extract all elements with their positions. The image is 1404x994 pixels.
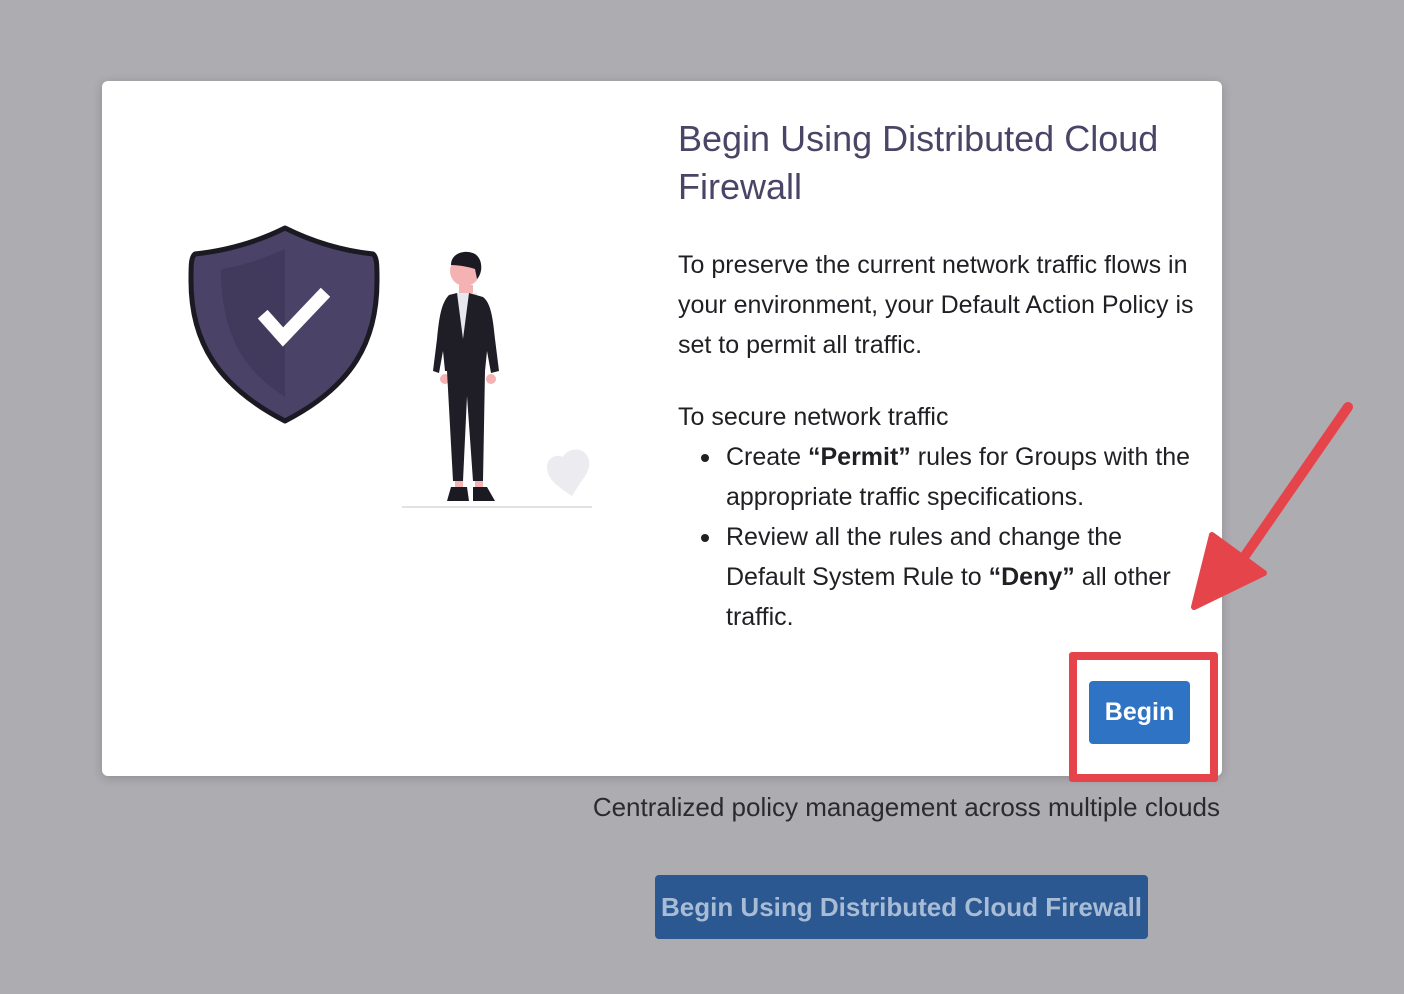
dialog-title: Begin Using Distributed Cloud Firewall (678, 118, 1159, 207)
dialog-illustration (188, 225, 592, 508)
list-item: Review all the rules and change the Defa… (701, 517, 1198, 637)
secure-traffic-heading: To secure network traffic (678, 403, 949, 431)
list-item: Create “Permit” rules for Groups with th… (701, 437, 1198, 517)
dialog-intro-paragraph: To preserve the current network traffic … (678, 251, 1194, 359)
shield-check-icon (188, 225, 380, 424)
begin-dialog: Begin Using Distributed Cloud Firewall T… (102, 81, 1222, 776)
heart-icon (547, 449, 590, 496)
deny-emphasis: “Deny” (988, 563, 1075, 591)
standing-person (433, 251, 499, 501)
bullet-dot (701, 534, 709, 542)
list-item-text: Create (726, 443, 808, 471)
background-feature-line: Centralized policy management across mul… (592, 792, 1220, 822)
annotation-highlight-box (1069, 652, 1218, 782)
secure-steps-list: Create “Permit” rules for Groups with th… (678, 437, 1198, 637)
annotation-arrow-icon (1191, 402, 1353, 610)
dialog-content: Begin Using Distributed Cloud Firewall T… (678, 115, 1198, 637)
background-begin-using-button: Begin Using Distributed Cloud Firewall (655, 875, 1148, 939)
bullet-dot (701, 454, 709, 462)
permit-emphasis: “Permit” (807, 443, 911, 471)
